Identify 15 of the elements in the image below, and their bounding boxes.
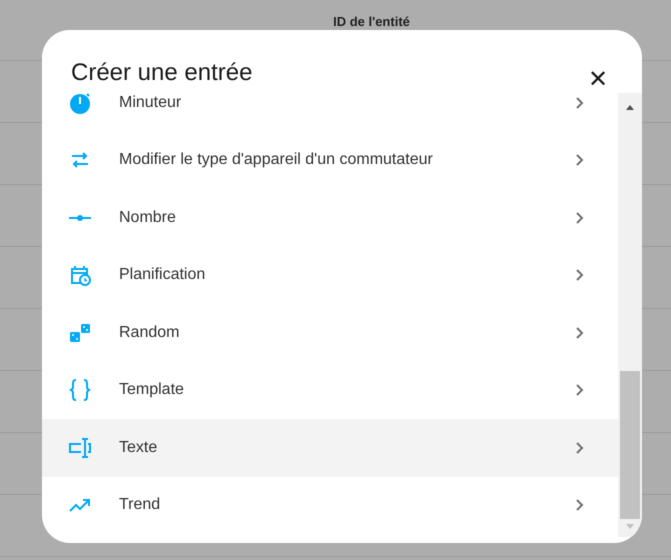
list-item[interactable]: Texte — [42, 419, 618, 476]
list-item[interactable]: Nombre — [42, 189, 618, 246]
scrollbar[interactable] — [618, 93, 642, 537]
list-item[interactable]: Random — [42, 304, 618, 362]
dialog-title: Créer une entrée — [71, 58, 252, 88]
list-item[interactable]: Template — [42, 362, 618, 419]
list-item[interactable]: Trend — [42, 476, 618, 534]
list-item[interactable]: Planification — [42, 246, 618, 304]
stopwatch-icon — [68, 90, 92, 115]
list-item[interactable]: Modifier le type d'appareil d'un commutateur — [42, 132, 618, 189]
braces-icon — [68, 378, 92, 402]
column-header: ID de l'entité — [332, 14, 410, 29]
slider-icon — [68, 214, 92, 221]
calendar-clock-icon — [68, 263, 92, 288]
text-field-icon — [68, 436, 92, 460]
